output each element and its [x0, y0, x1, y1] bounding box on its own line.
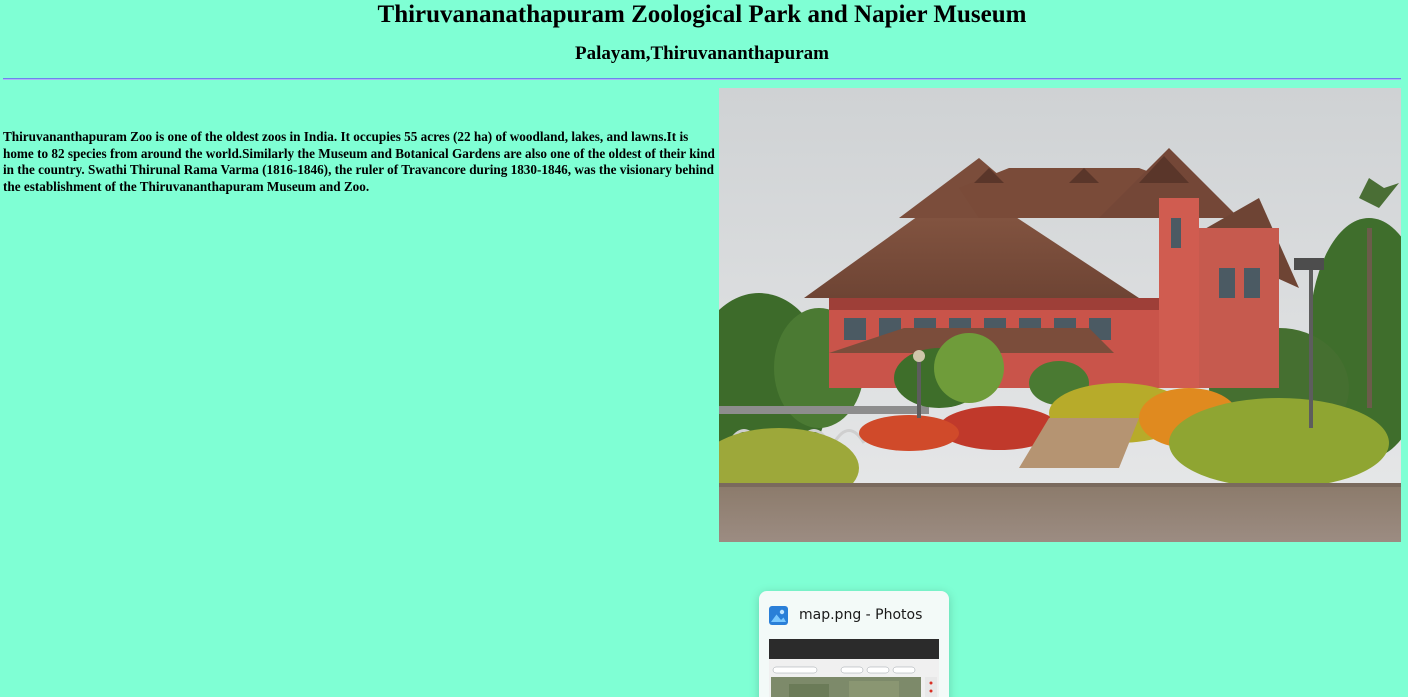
preview-header: map.png - Photos: [769, 605, 922, 625]
page-title: Thiruvananathapuram Zoological Park and …: [377, 1, 1027, 28]
taskbar-window-preview[interactable]: map.png - Photos: [759, 591, 949, 697]
napier-museum-photo: [719, 88, 1401, 542]
preview-thumbnail[interactable]: [769, 639, 939, 697]
page-subtitle: Palayam,Thiruvananthapuram: [575, 43, 829, 64]
preview-window-title: map.png - Photos: [799, 607, 923, 623]
intro-paragraph: Thiruvananthapuram Zoo is one of the old…: [3, 129, 715, 194]
horizontal-rule: [3, 78, 1401, 80]
photos-app-icon: [769, 605, 788, 625]
